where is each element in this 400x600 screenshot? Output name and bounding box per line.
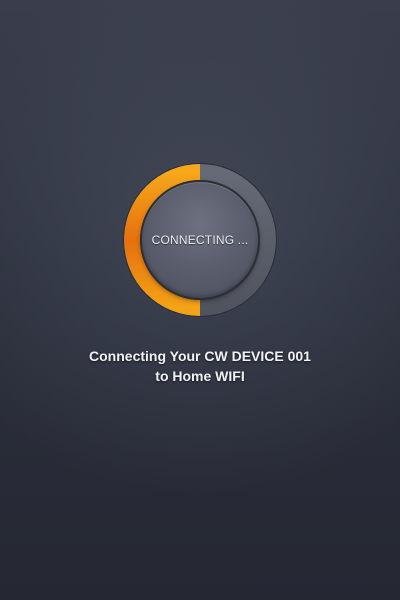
- connection-message: Connecting Your CW DEVICE 001 to Home WI…: [0, 346, 400, 386]
- connecting-status-button: CONNECTING ...: [142, 182, 258, 298]
- connection-progress-ring: CONNECTING ...: [122, 162, 278, 318]
- connecting-status-label: CONNECTING ...: [151, 233, 249, 247]
- connection-message-line-2: to Home WIFI: [155, 368, 245, 384]
- connection-message-line-1: Connecting Your CW DEVICE 001: [89, 348, 311, 364]
- connection-screen: CONNECTING ... Connecting Your CW DEVICE…: [0, 0, 400, 600]
